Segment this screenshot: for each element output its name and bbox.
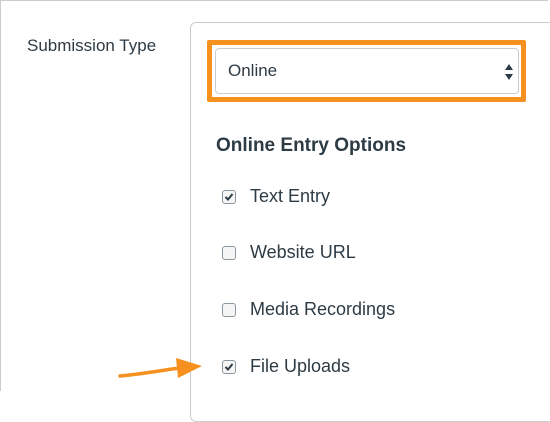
option-label: File Uploads xyxy=(250,356,351,376)
up-down-arrows-icon xyxy=(504,62,514,82)
checkmark-icon xyxy=(224,362,234,371)
option-media-recordings[interactable]: Media Recordings xyxy=(222,299,395,320)
checkmark-icon xyxy=(224,192,234,201)
website-url-checkbox[interactable] xyxy=(222,245,236,260)
orange-arrow-icon xyxy=(118,352,203,391)
option-label: Website URL xyxy=(250,242,356,262)
submission-type-selected-value: Online xyxy=(228,61,278,80)
option-label: Text Entry xyxy=(250,186,331,206)
online-entry-options-title: Online Entry Options xyxy=(216,135,407,156)
media-recordings-checkbox[interactable] xyxy=(222,302,236,317)
submission-type-select[interactable]: Online xyxy=(215,48,519,94)
option-file-uploads[interactable]: File Uploads xyxy=(222,356,350,377)
file-uploads-checkbox[interactable] xyxy=(222,359,236,374)
option-label: Media Recordings xyxy=(250,299,396,319)
option-website-url[interactable]: Website URL xyxy=(222,242,356,263)
text-entry-checkbox[interactable] xyxy=(222,189,236,204)
submission-type-label: Submission Type xyxy=(27,36,157,55)
option-text-entry[interactable]: Text Entry xyxy=(222,186,330,207)
